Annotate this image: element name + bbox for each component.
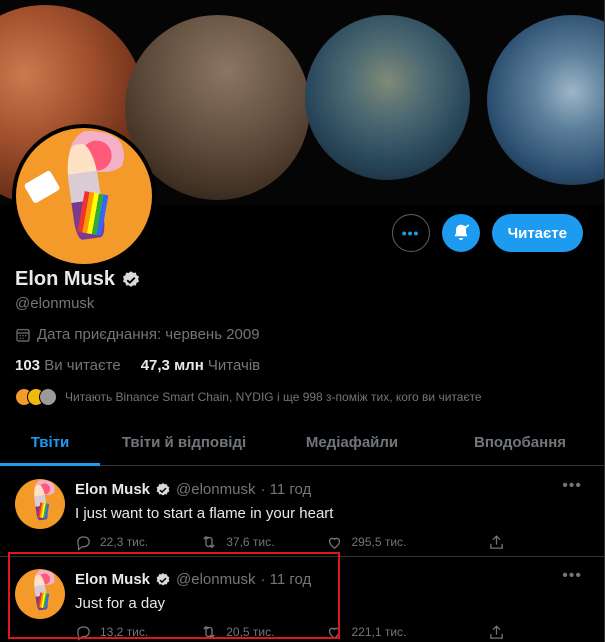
following-label: Ви читаєте [44,357,121,374]
share-button[interactable] [488,623,505,641]
bell-icon [454,224,469,241]
follow-stats: 103 Ви читаєте 47,3 млн Читачів [15,357,595,374]
joined-text: Дата приєднання: червень 2009 [37,326,260,343]
retweet-count: 37,6 тис. [226,535,275,549]
tweet[interactable]: Elon Musk @elonmusk · 11 год ••• Just fo… [0,557,604,642]
tweet-author-handle[interactable]: @elonmusk [176,481,255,498]
tweet-more-icon[interactable]: ••• [562,477,582,495]
retweet-icon [203,625,215,639]
following-link[interactable]: 103 Ви читаєте [15,357,121,374]
tab-tweets[interactable]: Твіти [0,420,100,466]
planet-image-2 [125,15,310,200]
joined-date: Дата приєднання: червень 2009 [15,326,595,343]
mini-avatar [39,388,57,406]
profile-tabs: Твіти Твіти й відповіді Медіафайли Вподо… [0,420,604,466]
profile-info: Elon Musk @elonmusk Дата приєднання: чер… [15,268,595,406]
tweet-more-icon[interactable]: ••• [562,567,582,585]
tweet-time[interactable]: · 11 год [260,571,311,588]
tab-media[interactable]: Медіафайли [268,420,436,465]
reply-button[interactable]: 13,2 тис. [75,623,148,641]
verified-icon [156,572,170,586]
profile-avatar[interactable] [12,124,156,268]
like-button[interactable]: 221,1 тис. [326,623,406,641]
retweet-count: 20,5 тис. [226,625,275,639]
tweet-author-handle[interactable]: @elonmusk [176,571,255,588]
profile-actions: ••• Читаєте [391,214,583,252]
like-count: 221,1 тис. [351,625,407,639]
tweet-text: I just want to start a flame in your hea… [75,505,334,522]
planet-image-4 [487,15,605,185]
share-icon [490,534,503,549]
share-icon [490,624,503,639]
followers-you-know[interactable]: Читають Binance Smart Chain, NYDIG і ще … [15,388,595,406]
followers-count: 47,3 млн [140,357,204,374]
calendar-icon [16,328,30,342]
followers-label: Читачів [207,357,261,374]
tweet[interactable]: Elon Musk @elonmusk · 11 год ••• I just … [0,467,604,557]
tab-tweets-replies[interactable]: Твіти й відповіді [100,420,268,465]
more-options-button[interactable]: ••• [391,214,430,252]
tweet-author-name[interactable]: Elon Musk [75,481,150,498]
like-button[interactable]: 295,5 тис. [326,533,406,551]
profile-handle: @elonmusk [15,295,95,312]
tweet-time[interactable]: · 11 год [260,481,311,498]
retweet-icon [203,535,215,549]
reply-count: 22,3 тис. [100,535,149,549]
planet-image-3 [305,15,470,180]
tab-likes[interactable]: Вподобання [436,420,604,465]
verified-icon [123,270,140,287]
retweet-button[interactable]: 37,6 тис. [200,533,274,551]
avatar[interactable] [15,479,65,529]
reply-button[interactable]: 22,3 тис. [75,533,148,551]
tweet-text: Just for a day [75,595,166,612]
following-button[interactable]: Читаєте [491,214,583,252]
profile-name: Elon Musk [15,268,116,290]
reply-count: 13,2 тис. [100,625,149,639]
tweet-actions: 22,3 тис. 37,6 тис. 295,5 тис. [75,533,505,551]
heart-icon [329,627,341,639]
notifications-button[interactable] [441,214,480,252]
followers-you-know-text: Читають Binance Smart Chain, NYDIG і ще … [65,390,482,404]
retweet-button[interactable]: 20,5 тис. [200,623,274,641]
share-button[interactable] [488,533,505,551]
tweet-actions: 13,2 тис. 20,5 тис. 221,1 тис. [75,623,505,641]
avatar[interactable] [15,569,65,619]
verified-icon [156,482,170,496]
heart-icon [329,537,341,549]
tweet-author-name[interactable]: Elon Musk [75,571,150,588]
more-icon: ••• [401,225,420,241]
followers-link[interactable]: 47,3 млн Читачів [141,357,260,374]
following-count: 103 [15,357,41,374]
like-count: 295,5 тис. [351,535,407,549]
reply-icon [77,535,90,551]
reply-icon [77,625,90,641]
